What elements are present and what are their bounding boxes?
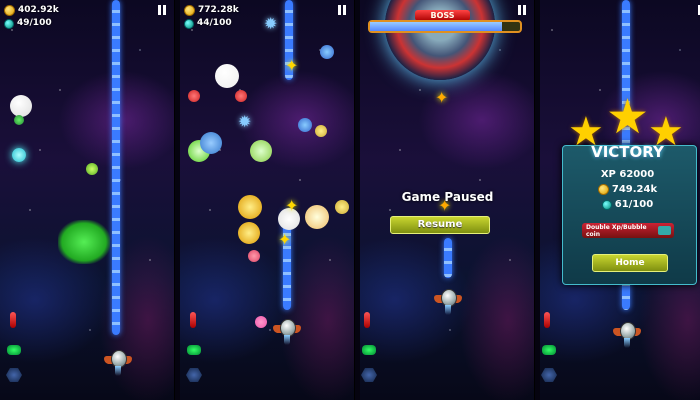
spark: ✦: [435, 88, 449, 107]
enemy-orb: [335, 200, 349, 214]
missile-icon[interactable]: [10, 312, 16, 328]
game-paused-title: Game Paused: [401, 190, 494, 204]
enemy-orb: [305, 205, 329, 229]
gameplay-panel-1: 402.92k 49/100: [0, 0, 175, 400]
boss-health-fill: [370, 22, 502, 31]
starfield: [0, 0, 174, 400]
coin-icon: [597, 184, 609, 195]
resume-button[interactable]: Resume: [390, 216, 490, 234]
starfield: [180, 0, 354, 400]
enemy-orb: [238, 222, 260, 244]
laser-beam: [444, 238, 452, 278]
hud: 402.92k 49/100: [4, 4, 59, 30]
coin-count: 749.24k: [611, 184, 658, 195]
spark: ✦: [285, 196, 299, 215]
gem-count: 49/100: [17, 18, 52, 28]
boss-health-bar: [368, 20, 522, 33]
enemy-orb: [14, 115, 24, 125]
gem-count: 61/100: [614, 199, 654, 210]
gem-row: 61/100: [540, 199, 700, 213]
enemy-orb: [298, 118, 312, 132]
enemy-orb: [215, 64, 239, 88]
enemy-orb: [238, 195, 262, 219]
xp-text: XP 62000: [600, 169, 655, 180]
pause-icon[interactable]: [338, 5, 348, 15]
xp-value: XP 62000: [540, 169, 700, 180]
shield-icon[interactable]: [542, 345, 556, 355]
star-icon: ★: [606, 89, 650, 145]
victory-title: VICTORY: [591, 143, 664, 161]
double-reward-button[interactable]: Double Xp/Bubble coin: [582, 223, 674, 238]
star-rating: ★ ★ ★: [568, 89, 688, 155]
gem-count: 44/100: [197, 18, 232, 28]
home-button[interactable]: Home: [592, 254, 668, 272]
screenshot-strip: 402.92k 49/100 772.28k 44/100 ✦ ✦ ✦ ✹ ✹ …: [0, 0, 700, 400]
coin-count: 772.28k: [198, 5, 239, 15]
spark: ✹: [238, 112, 252, 131]
enemy-orb: [248, 250, 260, 262]
coin-icon: [184, 5, 195, 16]
double-reward-label: Double Xp/Bubble coin: [586, 223, 647, 238]
coin-row: 749.24k: [540, 184, 700, 198]
hud: 772.28k 44/100: [184, 4, 239, 30]
gameplay-panel-2: 772.28k 44/100 ✦ ✦ ✦ ✹ ✹: [180, 0, 355, 400]
enemy-orb: [255, 316, 267, 328]
enemy-orb: [250, 140, 272, 162]
player-ship[interactable]: [434, 285, 462, 315]
gem-icon: [4, 18, 14, 29]
laser-beam: [112, 0, 120, 335]
spark: ✦: [278, 230, 292, 249]
pause-icon[interactable]: [158, 5, 168, 15]
missile-icon[interactable]: [190, 312, 196, 328]
spark: ✦: [285, 56, 299, 75]
enemy-orb: [315, 125, 327, 137]
gem-icon: [184, 18, 194, 29]
player-ship[interactable]: [104, 346, 132, 376]
enemy-orb: [86, 163, 98, 175]
enemy-orb: [188, 90, 200, 102]
pause-icon[interactable]: [518, 5, 528, 15]
player-ship[interactable]: [273, 315, 301, 345]
paused-panel: BOSS ✦ ✦ Game Paused Resume: [360, 0, 535, 400]
enemy-orb: [235, 90, 247, 102]
missile-icon[interactable]: [364, 312, 370, 328]
victory-panel-screen: ★ ★ ★ VICTORY XP 62000 749.24k 61/100 Do…: [540, 0, 700, 400]
gem-icon: [601, 199, 612, 210]
spark: ✹: [264, 14, 278, 33]
video-ad-icon: [658, 226, 671, 235]
enemy-orb: [12, 148, 26, 162]
missile-icon[interactable]: [544, 312, 550, 328]
coin-count: 402.92k: [18, 5, 59, 15]
coin-icon: [4, 5, 15, 16]
shield-icon[interactable]: [187, 345, 201, 355]
enemy-orb: [320, 45, 334, 59]
enemy-orb: [10, 95, 32, 117]
explosion: [58, 220, 110, 264]
player-ship[interactable]: [613, 318, 641, 348]
shield-icon[interactable]: [7, 345, 21, 355]
enemy-orb: [200, 132, 222, 154]
shield-icon[interactable]: [362, 345, 376, 355]
